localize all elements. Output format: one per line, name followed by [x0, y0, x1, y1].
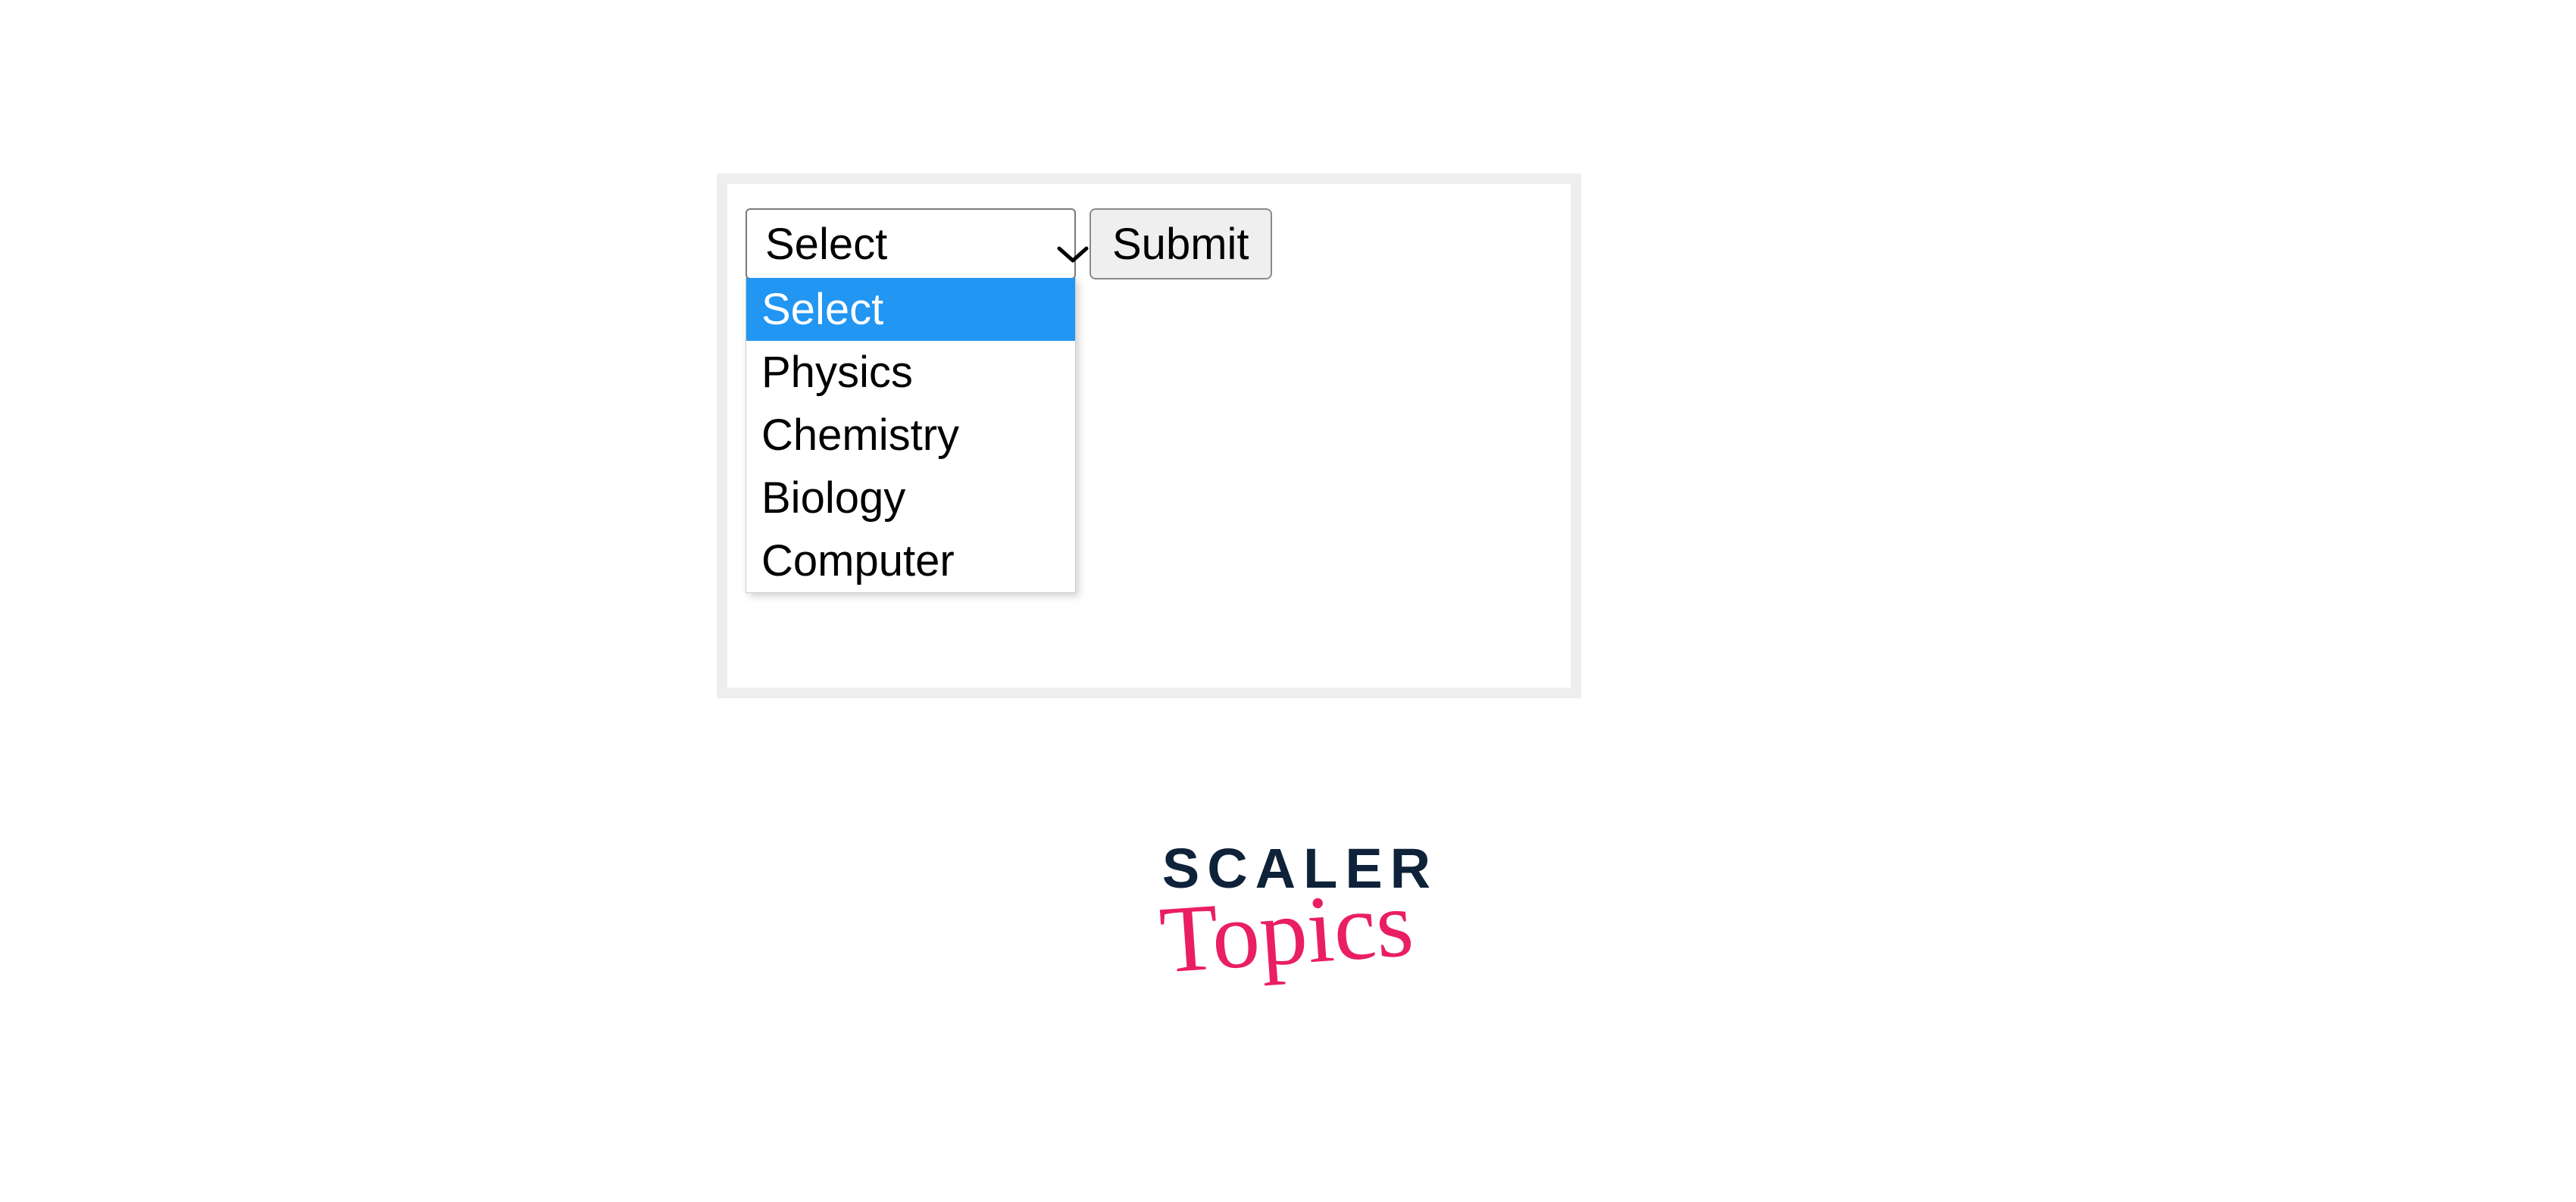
subject-select-wrapper: Select Select Physics Chemistry Biology …	[746, 208, 1076, 279]
logo-line-topics: Topics	[1158, 883, 1416, 982]
option-chemistry[interactable]: Chemistry	[746, 404, 1075, 467]
controls-row: Select Select Physics Chemistry Biology …	[746, 208, 1552, 279]
scaler-topics-logo: SCALER Topics	[1058, 841, 1543, 972]
option-physics[interactable]: Physics	[746, 341, 1075, 404]
form-panel: Select Select Physics Chemistry Biology …	[717, 173, 1581, 698]
option-biology[interactable]: Biology	[746, 467, 1075, 529]
subject-dropdown-list: Select Physics Chemistry Biology Compute…	[746, 278, 1076, 593]
option-computer[interactable]: Computer	[746, 529, 1075, 592]
option-select[interactable]: Select	[746, 278, 1075, 341]
subject-select-label: Select	[765, 219, 887, 270]
submit-button[interactable]: Submit	[1089, 208, 1272, 279]
subject-select[interactable]: Select	[746, 208, 1076, 279]
